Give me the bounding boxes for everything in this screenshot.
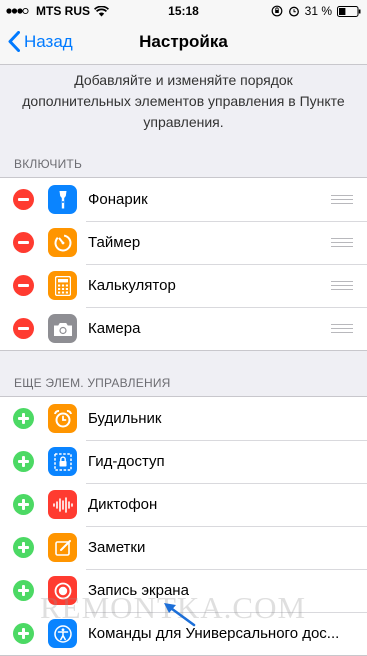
battery-percent: 31 % xyxy=(304,4,332,18)
include-section-header: ВКЛЮЧИТЬ xyxy=(14,157,83,171)
list-item-timer: Таймер xyxy=(0,221,367,264)
notes-icon xyxy=(48,533,77,562)
list-item-label: Фонарик xyxy=(88,191,148,208)
list-item-alarm: Будильник xyxy=(0,397,367,440)
list-item-flashlight: Фонарик xyxy=(0,178,367,221)
add-button[interactable] xyxy=(13,537,34,558)
alarm-icon xyxy=(48,404,77,433)
reorder-handle[interactable] xyxy=(331,281,353,293)
orientation-lock-icon xyxy=(271,5,283,17)
remove-button[interactable] xyxy=(13,189,34,210)
list-item-label: Команды для Универсального дос... xyxy=(88,625,340,642)
list-item-label: Будильник xyxy=(88,410,162,427)
list-item-camera: Камера xyxy=(0,307,367,350)
list-item-calculator: Калькулятор xyxy=(0,264,367,307)
list-item-notes: Заметки xyxy=(0,526,367,569)
remove-button[interactable] xyxy=(13,275,34,296)
alarm-status-icon xyxy=(288,6,299,17)
flashlight-icon xyxy=(48,185,77,214)
list-item-label: Гид-доступ xyxy=(88,453,165,470)
more-controls-section-header: ЕЩЕ ЭЛЕМ. УПРАВЛЕНИЯ xyxy=(14,376,171,390)
list-item-guided-access: Гид-доступ xyxy=(0,440,367,483)
remove-button[interactable] xyxy=(13,232,34,253)
remove-button[interactable] xyxy=(13,318,34,339)
reorder-handle[interactable] xyxy=(331,324,353,336)
timer-icon xyxy=(48,228,77,257)
navigation-bar: Назад Настройка xyxy=(0,22,367,65)
battery-icon xyxy=(337,5,361,17)
description-text: Добавляйте и изменяйте порядок дополните… xyxy=(22,72,345,130)
add-button[interactable] xyxy=(13,494,34,515)
reorder-handle[interactable] xyxy=(331,195,353,207)
camera-icon xyxy=(48,314,77,343)
add-button[interactable] xyxy=(13,623,34,644)
voice-memos-icon xyxy=(48,490,77,519)
list-item-voice-memos: Диктофон xyxy=(0,483,367,526)
screen-recording-icon xyxy=(48,576,77,605)
add-button[interactable] xyxy=(13,408,34,429)
guided-access-icon xyxy=(48,447,77,476)
list-item-label: Камера xyxy=(88,320,141,337)
list-item-label: Запись экрана xyxy=(88,582,189,599)
calculator-icon xyxy=(48,271,77,300)
include-list: Фонарик Таймер Калькулятор Камера xyxy=(0,177,367,351)
annotation-arrow-icon xyxy=(164,603,196,627)
add-button[interactable] xyxy=(13,580,34,601)
list-item-label: Калькулятор xyxy=(88,277,176,294)
list-item-label: Диктофон xyxy=(88,496,158,513)
reorder-handle[interactable] xyxy=(331,238,353,250)
add-button[interactable] xyxy=(13,451,34,472)
list-item-label: Таймер xyxy=(88,234,141,251)
page-title: Настройка xyxy=(139,32,228,51)
accessibility-icon xyxy=(48,619,77,648)
list-item-label: Заметки xyxy=(88,539,146,556)
status-bar: MTS RUS 15:18 31 % xyxy=(0,0,367,22)
status-right: 31 % xyxy=(271,4,361,18)
